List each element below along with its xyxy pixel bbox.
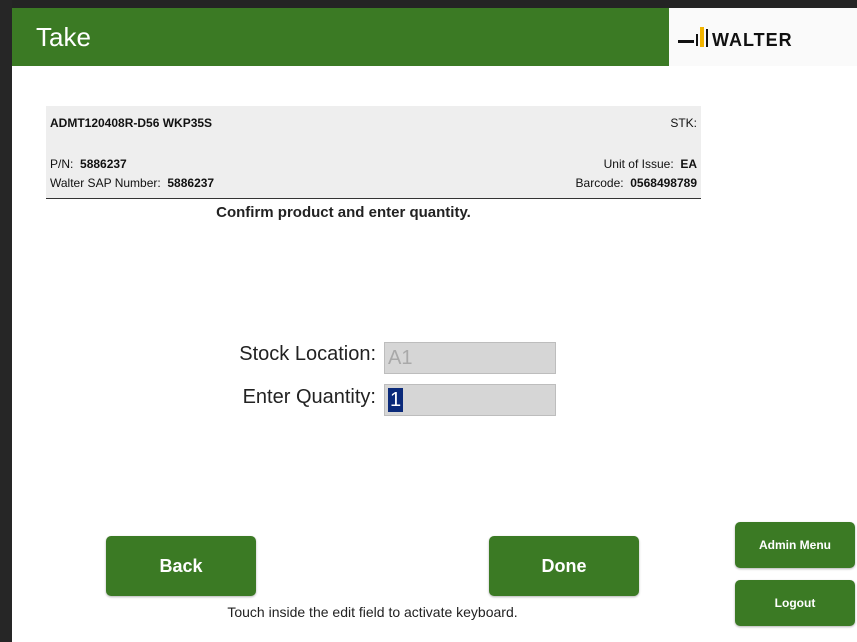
main-panel: ADMT120408R-D56 WKP35S STK: P/N: 5886237…	[12, 66, 857, 642]
uoi-value: EA	[680, 157, 697, 171]
unit-of-issue: Unit of Issue: EA	[604, 157, 697, 171]
stk-label: STK:	[670, 116, 697, 130]
done-button[interactable]: Done	[489, 536, 639, 596]
product-name: ADMT120408R-D56 WKP35S	[50, 116, 213, 130]
window-frame-left	[0, 0, 12, 642]
back-button[interactable]: Back	[106, 536, 256, 596]
window-frame-top	[0, 0, 857, 8]
quantity-value: 1	[388, 388, 404, 412]
pn-value: 5886237	[80, 157, 127, 171]
admin-menu-button[interactable]: Admin Menu	[735, 522, 855, 568]
part-number: P/N: 5886237	[50, 157, 127, 171]
quantity-input[interactable]: 1	[384, 384, 556, 416]
instruction-text: Confirm product and enter quantity.	[216, 204, 471, 221]
barcode: Barcode: 0568498789	[576, 176, 697, 190]
walter-logo: WALTER	[669, 8, 857, 66]
keyboard-hint: Touch inside the edit field to activate …	[227, 604, 518, 620]
product-info-card: ADMT120408R-D56 WKP35S STK: P/N: 5886237…	[46, 106, 701, 199]
admin-menu-label: Admin Menu	[759, 538, 831, 552]
logout-button[interactable]: Logout	[735, 580, 855, 626]
sap-value: 5886237	[167, 176, 215, 190]
page-header: Take	[12, 8, 669, 66]
uoi-label: Unit of Issue:	[603, 157, 674, 171]
quantity-label: Enter Quantity:	[242, 386, 376, 408]
sap-number: Walter SAP Number: 5886237	[50, 176, 214, 190]
svg-text:WALTER: WALTER	[712, 30, 793, 50]
barcode-label: Barcode:	[575, 176, 624, 190]
barcode-value: 0568498789	[630, 176, 697, 190]
pn-label: P/N:	[50, 157, 74, 171]
walter-logo-icon: WALTER	[678, 27, 793, 50]
stock-location-label: Stock Location:	[239, 343, 376, 365]
page-title: Take	[36, 22, 91, 52]
sap-label: Walter SAP Number:	[50, 176, 161, 190]
stock-location-field: A1	[384, 342, 556, 374]
